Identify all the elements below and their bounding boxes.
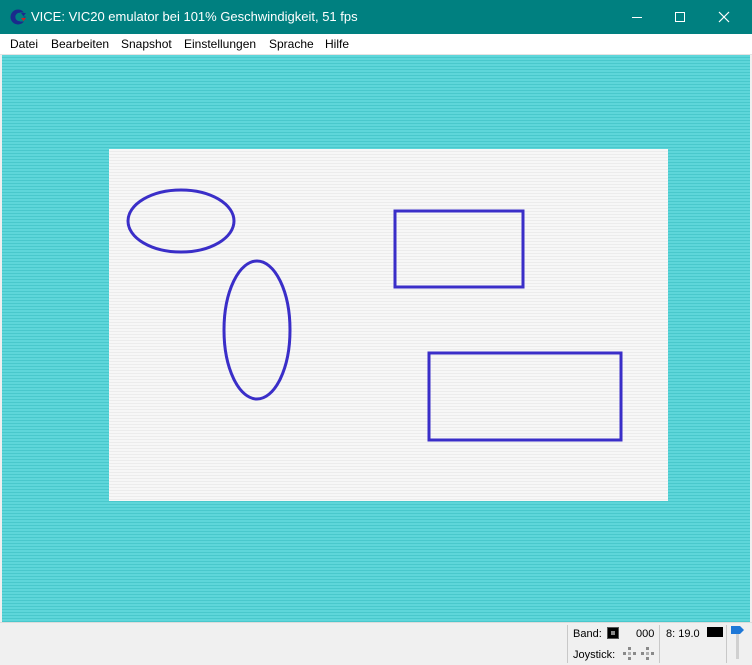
joystick-1-icon: [623, 647, 637, 661]
volume-slider-icon[interactable]: [731, 625, 744, 661]
maximize-icon: [675, 12, 685, 22]
menu-einstellungen[interactable]: Einstellungen: [184, 37, 256, 51]
vic20-screen: [109, 149, 668, 501]
tape-counter: 000: [636, 628, 655, 640]
rectangle-lower: [427, 351, 623, 442]
status-bar: Band: 000 8: 19.0 Joystick:: [0, 622, 752, 665]
close-icon: [718, 11, 730, 23]
status-separator: [726, 625, 727, 663]
maximize-button[interactable]: [657, 0, 703, 34]
rectangle-upper: [393, 209, 525, 289]
menu-datei[interactable]: Datei: [10, 37, 38, 51]
menu-bar: Datei Bearbeiten Snapshot Einstellungen …: [0, 34, 752, 55]
minimize-icon: [632, 17, 642, 18]
tape-label: Band:: [573, 628, 602, 640]
menu-bearbeiten[interactable]: Bearbeiten: [51, 37, 109, 51]
menu-snapshot[interactable]: Snapshot: [121, 37, 172, 51]
menu-hilfe[interactable]: Hilfe: [325, 37, 349, 51]
status-separator: [567, 625, 568, 663]
emulator-display[interactable]: [2, 55, 750, 622]
close-button[interactable]: [701, 0, 747, 34]
menu-sprache[interactable]: Sprache: [269, 37, 314, 51]
status-separator: [659, 625, 660, 663]
commodore-logo-icon: [10, 9, 27, 25]
tape-status-icon[interactable]: [607, 627, 619, 639]
ellipse-vertical: [222, 259, 292, 401]
joystick-2-icon: [641, 647, 655, 661]
joystick-label: Joystick:: [573, 649, 616, 661]
window-title: VICE: VIC20 emulator bei 101% Geschwindi…: [31, 9, 358, 24]
ellipse-horizontal: [126, 188, 236, 254]
drive-led-icon: [707, 627, 723, 637]
minimize-button[interactable]: [614, 0, 660, 34]
title-bar: VICE: VIC20 emulator bei 101% Geschwindi…: [0, 0, 752, 34]
drive-status: 8: 19.0: [666, 628, 700, 640]
drawing-canvas: [126, 188, 623, 442]
